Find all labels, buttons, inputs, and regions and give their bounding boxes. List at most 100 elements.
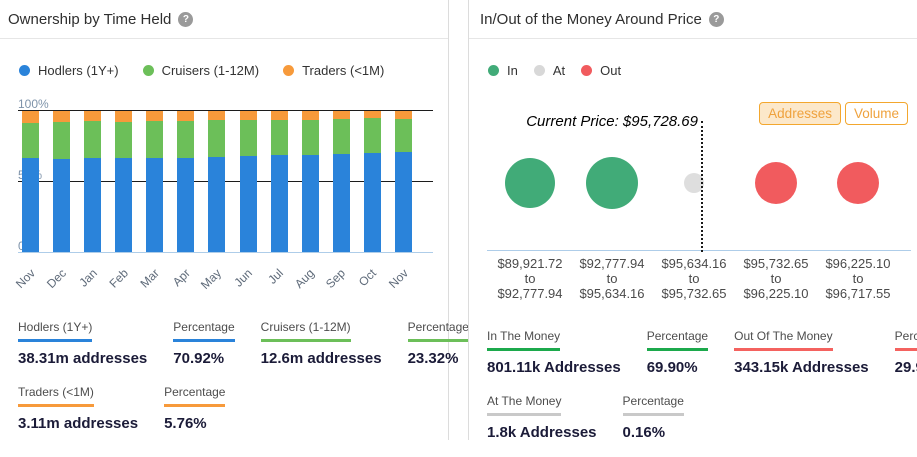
price-range-from: $96,225.10 [817, 256, 899, 271]
stat-value: 0.16% [623, 424, 684, 441]
bar-may-6[interactable] [208, 111, 225, 252]
bar-apr-5[interactable] [177, 111, 194, 252]
stat-label: Percentage [623, 394, 684, 416]
ownership-legend-item[interactable]: Traders (<1M) [283, 63, 384, 78]
bar-segment-hodlers [53, 159, 70, 252]
bubble-column-2 [653, 133, 735, 233]
money-bubble-chart [489, 133, 899, 233]
stat-value: 69.90% [647, 359, 708, 376]
price-range-separator: to [489, 271, 571, 286]
bar-feb-3[interactable] [115, 111, 132, 252]
stat-label: Percentage [173, 320, 234, 342]
y-gridline-0% [18, 252, 433, 253]
bar-segment-cruisers [333, 119, 350, 154]
ownership-legend-dot-icon [143, 65, 154, 76]
price-range-label: $95,634.16to$95,732.65 [653, 256, 735, 301]
money-legend-item[interactable]: At [534, 63, 565, 78]
ownership-legend-item[interactable]: Hodlers (1Y+) [19, 63, 119, 78]
panel-title: Ownership by Time Held [8, 11, 171, 28]
price-range-separator: to [817, 271, 899, 286]
bar-segment-hodlers [22, 158, 39, 252]
current-price-label: Current Price: $95,728.69 [469, 113, 698, 130]
current-price-line [701, 121, 703, 252]
stat-value: 12.6m addresses [261, 350, 382, 367]
bar-dec-1[interactable] [53, 111, 70, 252]
y-axis-tick-label: 100% [18, 97, 49, 111]
price-range-label: $89,921.72to$92,777.94 [489, 256, 571, 301]
bar-segment-hodlers [364, 153, 381, 252]
bar-jul-8[interactable] [271, 111, 288, 252]
bar-nov-12[interactable] [395, 111, 412, 252]
stat-cruisers-1-12m-: Cruisers (1-12M)12.6m addresses [261, 318, 382, 367]
ownership-legend-item[interactable]: Cruisers (1-12M) [143, 63, 260, 78]
stat-value: 5.76% [164, 415, 225, 432]
price-range-labels: $89,921.72to$92,777.94$92,777.94to$95,63… [489, 256, 899, 301]
bar-segment-traders [177, 111, 194, 121]
bubble-out-the-money[interactable] [837, 162, 879, 204]
money-legend-label: In [507, 63, 518, 78]
in-out-money-panel-header: In/Out of the Money Around Price ? [469, 0, 917, 39]
bar-segment-traders [146, 111, 163, 121]
x-axis-tick-label: Nov [0, 266, 37, 306]
bar-sep-10[interactable] [333, 111, 350, 252]
stat-value: 343.15k Addresses [734, 359, 869, 376]
x-axis-tick-label: Apr [153, 266, 193, 306]
bar-segment-hodlers [240, 156, 257, 252]
bar-segment-cruisers [395, 119, 412, 152]
stat-label: At The Money [487, 394, 561, 416]
bar-segment-traders [364, 111, 381, 118]
bar-oct-11[interactable] [364, 111, 381, 252]
price-range-label: $95,732.65to$96,225.10 [735, 256, 817, 301]
bubble-in-the-money[interactable] [505, 158, 555, 208]
money-legend-item[interactable]: Out [581, 63, 621, 78]
stats-row: At The Money1.8k Addresses Percentage 0.16… [487, 392, 911, 441]
price-range-to: $95,732.65 [653, 286, 735, 301]
stats-row: In The Money801.11k Addresses Percentage 6… [487, 327, 911, 376]
x-axis-tick-label: Jul [247, 266, 287, 306]
bar-segment-hodlers [177, 158, 194, 252]
money-legend-dot-icon [581, 65, 592, 76]
bar-jan-2[interactable] [84, 111, 101, 252]
bar-segment-cruisers [240, 120, 257, 156]
stat-value: 3.11m addresses [18, 415, 138, 432]
stat-label: Percentage [647, 329, 708, 351]
money-legend-item[interactable]: In [488, 63, 518, 78]
bar-jun-7[interactable] [240, 111, 257, 252]
help-icon[interactable]: ? [178, 12, 193, 27]
stat-in-the-money: In The Money801.11k Addresses [487, 327, 621, 376]
bar-aug-9[interactable] [302, 111, 319, 252]
bubble-in-the-money[interactable] [586, 157, 638, 209]
x-axis-labels: NovDecJanFebMarAprMayJunJulAugSepOctNov [22, 254, 412, 296]
addresses-toggle-button[interactable]: Addresses [759, 102, 841, 125]
price-range-from: $95,732.65 [735, 256, 817, 271]
help-icon[interactable]: ? [709, 12, 724, 27]
money-legend-label: Out [600, 63, 621, 78]
ownership-panel: Ownership by Time Held ? Hodlers (1Y+) Cr… [0, 0, 449, 440]
stat-label: Traders (<1M) [18, 385, 94, 407]
bar-mar-4[interactable] [146, 111, 163, 252]
price-range-label: $96,225.10to$96,717.55 [817, 256, 899, 301]
price-range-separator: to [735, 271, 817, 286]
bar-segment-cruisers [177, 121, 194, 158]
ownership-legend-dot-icon [19, 65, 30, 76]
volume-toggle-button[interactable]: Volume [845, 102, 908, 125]
bar-segment-traders [115, 111, 132, 122]
bar-nov-0[interactable] [22, 111, 39, 252]
stat-percentage: Percentage 69.90% [647, 327, 708, 376]
bar-segment-cruisers [22, 123, 39, 159]
stat-percentage: Percentage 0.16% [623, 392, 684, 441]
ownership-legend: Hodlers (1Y+) Cruisers (1-12M) Traders (<1… [19, 63, 384, 78]
x-axis-tick-label: Mar [122, 266, 162, 306]
price-range-to: $96,717.55 [817, 286, 899, 301]
price-range-to: $95,634.16 [571, 286, 653, 301]
stat-at-the-money: At The Money1.8k Addresses [487, 392, 597, 441]
money-legend-label: At [553, 63, 565, 78]
ownership-legend-dot-icon [283, 65, 294, 76]
bar-segment-traders [240, 111, 257, 120]
bar-segment-traders [208, 111, 225, 120]
bar-segment-hodlers [84, 158, 101, 252]
price-range-to: $92,777.94 [489, 286, 571, 301]
stat-value: 29.94% [895, 359, 917, 376]
bar-segment-cruisers [84, 121, 101, 158]
bubble-out-the-money[interactable] [755, 162, 797, 204]
